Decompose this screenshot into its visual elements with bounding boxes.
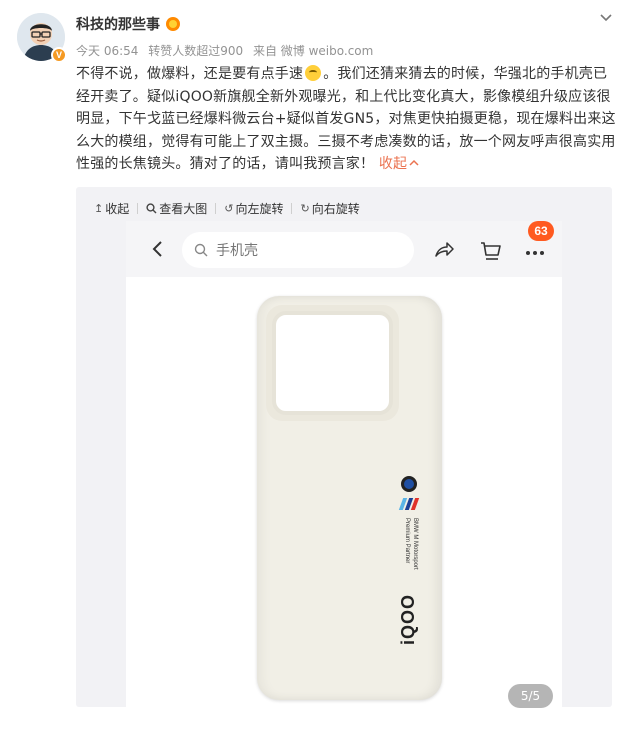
post-text-part1: 不得不说，做爆料，还是要有点手速: [76, 66, 304, 82]
media-viewer: ↥ 收起 查看大图 ↺ 向左旋转 ↻ 向右旋转 手机壳 63 BMW M Mot…: [76, 187, 612, 708]
phone-case-image: BMW M Motorsport Premium Partner iQOO: [257, 296, 442, 700]
search-icon: [194, 243, 208, 257]
post-likes: 转赞人数超过900: [148, 44, 244, 58]
search-bar: 手机壳: [182, 232, 414, 268]
cart-count-badge: 63: [528, 221, 554, 241]
username[interactable]: 科技的那些事: [76, 14, 160, 34]
back-arrow-icon: [152, 241, 162, 257]
rotate-right-label: 向右旋转: [311, 202, 360, 216]
collapse-link[interactable]: 收起: [379, 156, 419, 172]
avatar-wrapper[interactable]: V: [17, 13, 67, 63]
bmw-logo-icon: [401, 476, 417, 492]
camera-cutout: [272, 311, 393, 415]
search-query: 手机壳: [216, 243, 258, 259]
chevron-up-icon: [409, 159, 419, 166]
product-screenshot[interactable]: 手机壳 63 BMW M Motorsport Premium Partner …: [126, 221, 562, 707]
iqoo-brand-text: iQOO: [398, 594, 418, 646]
post-text: 不得不说，做爆料，还是要有点手速 。我们还猜来猜去的时候，华强北的手机壳已经开卖了…: [76, 63, 616, 176]
collapse-media-button[interactable]: ↥ 收起: [94, 200, 129, 217]
rotate-left-label: 向左旋转: [235, 202, 284, 216]
collapse-link-label: 收起: [378, 156, 408, 172]
divider: [137, 203, 139, 214]
collapse-media-label: 收起: [105, 202, 130, 216]
collapse-up-icon: ↥: [94, 202, 104, 215]
search-icon: [146, 203, 157, 214]
more-dots-icon: [526, 251, 544, 255]
m-stripes-icon: [398, 498, 420, 510]
divider: [215, 203, 217, 214]
view-large-label: 查看大图: [159, 202, 208, 216]
cart-icon: [481, 242, 501, 260]
share-icon: [435, 242, 454, 257]
doge-emoji-icon: [305, 65, 322, 81]
page-counter: 5/5: [508, 684, 553, 708]
post-source[interactable]: 来自 微博 weibo.com: [253, 44, 373, 58]
rotate-right-icon: ↻: [300, 202, 310, 215]
verified-badge-icon: V: [51, 47, 67, 63]
chevron-down-icon[interactable]: [599, 10, 613, 24]
rotate-left-icon: ↺: [224, 202, 234, 215]
rotate-right-button[interactable]: ↻ 向右旋转: [300, 200, 359, 217]
partner-text: BMW M Motorsport Premium Partner: [404, 518, 418, 570]
fan-medal-icon: [166, 17, 180, 31]
post-meta: 今天 06:54 转赞人数超过900 来自 微博 weibo.com: [76, 42, 379, 59]
username-row: 科技的那些事: [76, 14, 180, 34]
rotate-left-button[interactable]: ↺ 向左旋转: [224, 200, 283, 217]
media-toolbar: ↥ 收起 查看大图 ↺ 向左旋转 ↻ 向右旋转: [94, 200, 360, 217]
view-large-button[interactable]: 查看大图: [146, 200, 207, 217]
brand-strip: BMW M Motorsport Premium Partner iQOO: [398, 476, 420, 646]
divider: [291, 203, 293, 214]
post-time[interactable]: 今天 06:54: [76, 44, 138, 58]
app-header: 手机壳 63: [126, 221, 562, 277]
